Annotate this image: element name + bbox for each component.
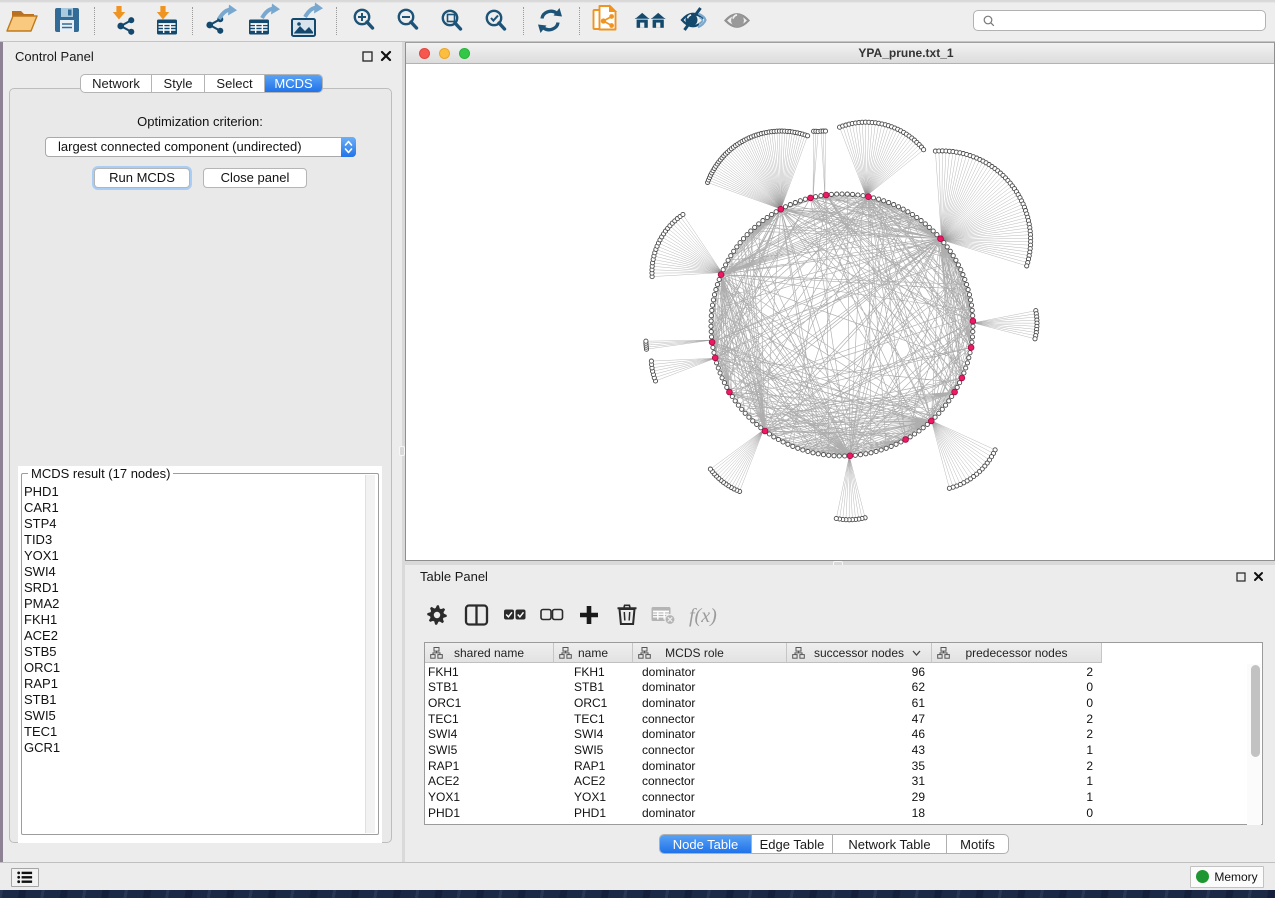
svg-text:f(x): f(x) xyxy=(689,605,717,627)
